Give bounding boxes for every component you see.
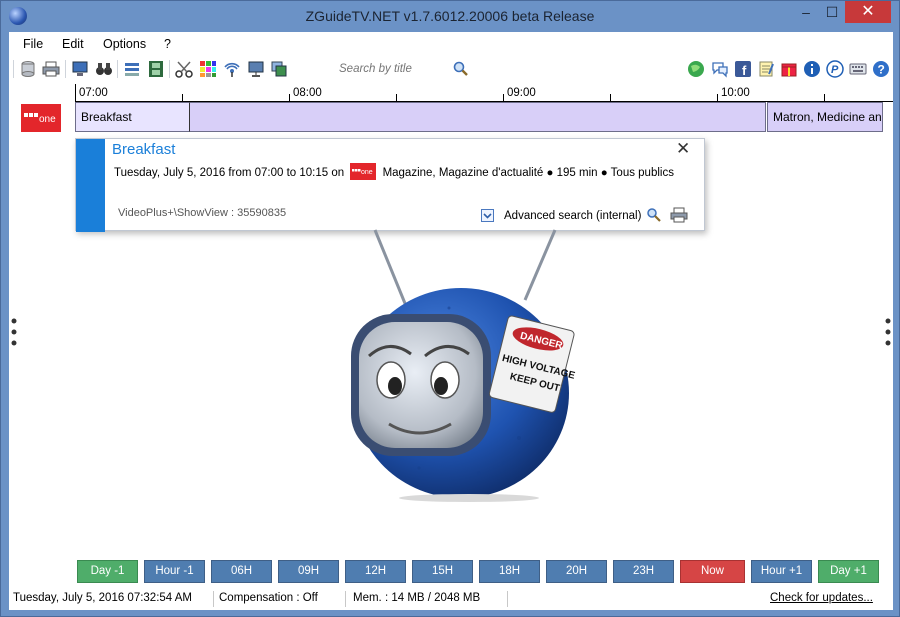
menu-edit[interactable]: Edit [62, 37, 84, 51]
jump-23h-button[interactable]: 23H [613, 560, 674, 583]
monitor-icon[interactable] [71, 60, 89, 78]
popup-details-line: Tuesday, July 5, 2016 from 07:00 to 10:1… [114, 163, 674, 180]
help-icon[interactable]: ? [872, 60, 890, 78]
program-details-popup: Breakfast ✕ Tuesday, July 5, 2016 from 0… [75, 138, 705, 232]
film-icon[interactable] [147, 60, 165, 78]
menu-file[interactable]: File [23, 37, 43, 51]
notepad-icon[interactable] [757, 60, 775, 78]
timeline-tick [610, 94, 611, 101]
advanced-search-label[interactable]: Advanced search (internal) [504, 210, 641, 222]
status-bar: Tuesday, July 5, 2016 07:32:54 AM Compen… [9, 588, 893, 610]
popup-videoplus-code: VideoPlus+\ShowView : 35590835 [118, 207, 287, 219]
check-updates-link[interactable]: Check for updates... [770, 592, 873, 604]
popup-genre-info: Magazine, Magazine d'actualité ● 195 min… [382, 167, 674, 179]
timeline-tick-label: 10:00 [721, 87, 750, 99]
print-icon[interactable] [670, 207, 688, 223]
print-icon[interactable] [42, 60, 60, 78]
channel-program-row: Breakfast Matron, Medicine and [75, 102, 883, 132]
binoculars-icon[interactable] [95, 60, 113, 78]
stack-icon[interactable] [123, 60, 141, 78]
color-grid-icon[interactable] [199, 60, 217, 78]
jump-12h-button[interactable]: 12H [345, 560, 406, 583]
menu-help[interactable]: ? [164, 37, 171, 51]
advanced-search-toggle[interactable] [481, 209, 494, 222]
svg-text:one: one [361, 169, 373, 176]
hour-forward-button[interactable]: Hour +1 [751, 560, 812, 583]
toolbar: f P ? [9, 54, 893, 84]
timeline-tick-label: 07:00 [79, 87, 108, 99]
day-back-button[interactable]: Day -1 [77, 560, 138, 583]
timeline-tick [396, 94, 397, 101]
windows-icon[interactable] [270, 60, 288, 78]
search-icon[interactable] [646, 207, 662, 223]
info-icon[interactable] [803, 60, 821, 78]
hour-back-button[interactable]: Hour -1 [144, 560, 205, 583]
toolbar-separator [117, 60, 118, 78]
status-memory: Mem. : 14 MB / 2048 MB [353, 592, 481, 604]
keyboard-icon[interactable] [849, 60, 867, 78]
minimize-button[interactable]: – [793, 1, 819, 23]
popup-channel-logo: one [350, 163, 377, 180]
svg-text:f: f [742, 63, 747, 78]
screen-icon[interactable] [247, 60, 265, 78]
left-splitter-grip[interactable] [11, 317, 17, 347]
svg-text:one: one [39, 114, 56, 125]
now-button[interactable]: Now [680, 560, 745, 583]
globe-icon[interactable] [687, 60, 705, 78]
toolbar-separator [169, 60, 170, 78]
program-cell[interactable] [189, 102, 766, 132]
timeline-tick [503, 94, 504, 101]
status-separator [507, 591, 508, 607]
toolbar-separator [65, 60, 66, 78]
menu-bar: File Edit Options ? [9, 32, 893, 54]
jump-15h-button[interactable]: 15H [412, 560, 473, 583]
right-splitter-grip[interactable] [885, 317, 891, 347]
day-forward-button[interactable]: Day +1 [818, 560, 879, 583]
timeline-tick [717, 94, 718, 101]
broadcast-icon[interactable] [223, 60, 241, 78]
facebook-icon[interactable]: f [734, 60, 752, 78]
timeline-ruler: 07:00 08:00 09:00 10:00 [75, 84, 893, 102]
timeline-tick [824, 94, 825, 101]
maximize-button[interactable]: ☐ [819, 1, 845, 23]
database-icon[interactable] [19, 60, 37, 78]
paypal-icon[interactable]: P [826, 60, 844, 78]
timeline-tick-label: 08:00 [293, 87, 322, 99]
jump-20h-button[interactable]: 20H [546, 560, 607, 583]
search-icon[interactable] [452, 60, 470, 78]
gift-icon[interactable] [780, 60, 798, 78]
popup-accent-stripe [76, 139, 105, 232]
svg-text:P: P [831, 64, 839, 76]
title-bar[interactable]: ZGuideTV.NET v1.7.6012.20006 beta Releas… [1, 1, 899, 32]
popup-schedule: Tuesday, July 5, 2016 from 07:00 to 10:1… [114, 167, 345, 179]
toolbar-separator [13, 60, 14, 78]
program-cell[interactable]: Breakfast [75, 102, 190, 132]
status-datetime: Tuesday, July 5, 2016 07:32:54 AM [13, 592, 193, 604]
client-area: File Edit Options ? Search by title f P … [9, 32, 893, 610]
status-separator [213, 591, 214, 607]
timeline-tick [289, 94, 290, 101]
menu-options[interactable]: Options [103, 37, 146, 51]
timeline-tick-label: 09:00 [507, 87, 536, 99]
popup-title: Breakfast [112, 141, 176, 158]
jump-18h-button[interactable]: 18H [479, 560, 540, 583]
program-cell[interactable]: Matron, Medicine and [767, 102, 883, 132]
status-separator [345, 591, 346, 607]
mascot-tv-illustration: DANGER HIGH VOLTAGE KEEP OUT [329, 228, 579, 503]
status-compensation: Compensation : Off [219, 592, 318, 604]
search-input[interactable] [305, 59, 455, 79]
channel-logo[interactable]: one [21, 104, 61, 132]
scissors-icon[interactable] [175, 60, 193, 78]
popup-close-icon[interactable]: ✕ [676, 139, 690, 159]
jump-09h-button[interactable]: 09H [278, 560, 339, 583]
jump-06h-button[interactable]: 06H [211, 560, 272, 583]
timeline-start-tick [75, 84, 76, 102]
timeline-tick [182, 94, 183, 101]
chat-icon[interactable] [711, 60, 729, 78]
app-window: ZGuideTV.NET v1.7.6012.20006 beta Releas… [0, 0, 900, 617]
close-button[interactable]: ✕ [845, 1, 891, 23]
time-navigation-bar: Day -1 Hour -1 06H 09H 12H 15H 18H 20H 2… [9, 560, 893, 586]
window-title: ZGuideTV.NET v1.7.6012.20006 beta Releas… [305, 8, 595, 24]
svg-text:?: ? [878, 63, 885, 77]
